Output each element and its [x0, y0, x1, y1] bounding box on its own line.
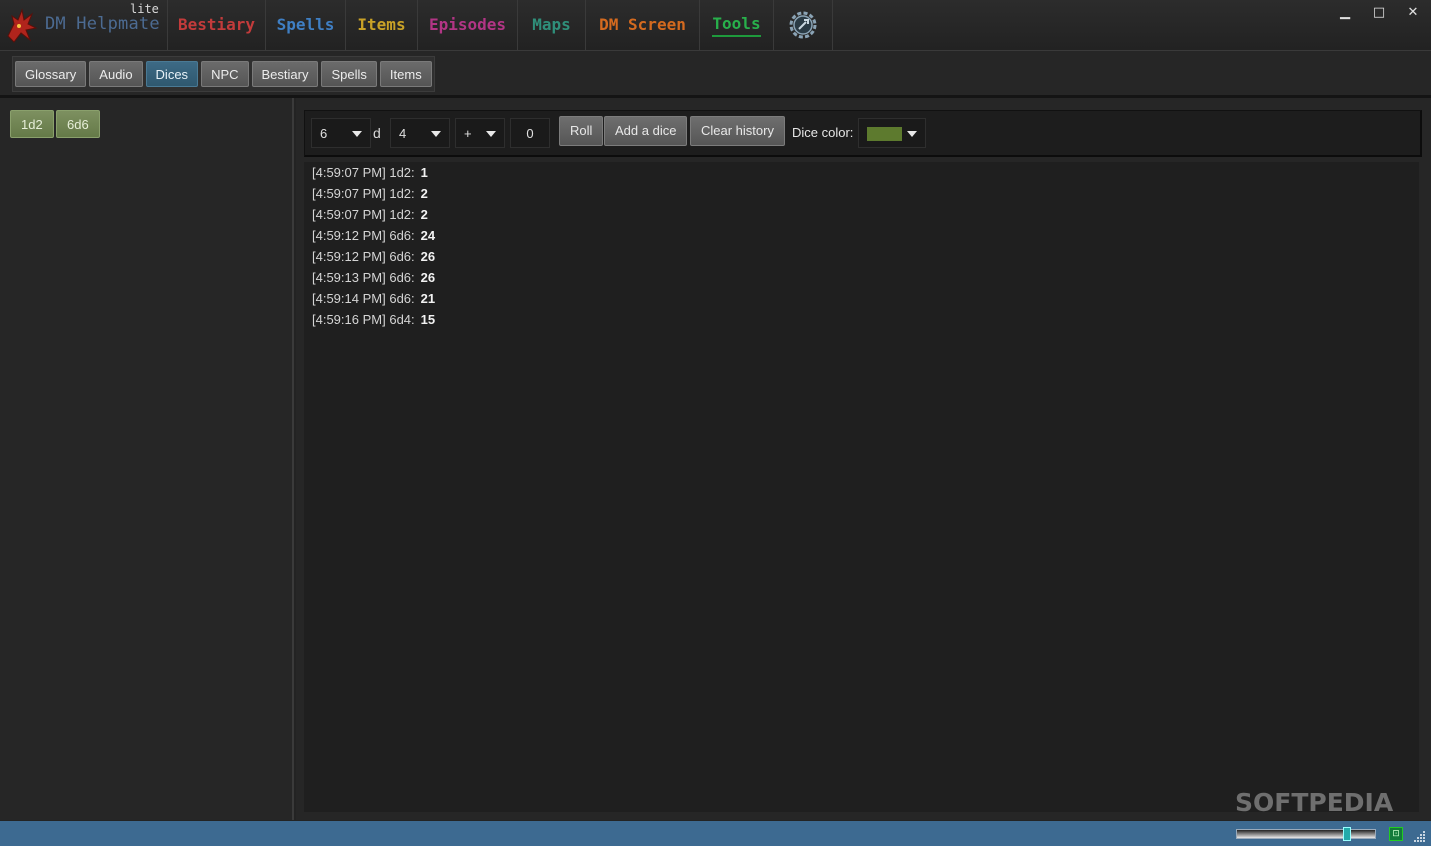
title-bar: lite DM Helpmate Bestiary Spells Items E… [0, 0, 1431, 51]
gear-icon [789, 11, 817, 39]
roller-toolbar: 6 d 4 + 0 Roll Add a dice Clear history … [304, 110, 1422, 157]
history-time: [4:59:13 PM] [312, 270, 386, 285]
history-dice: 1d2: [389, 186, 415, 201]
history-row: [4:59:07 PM] 1d2: 2 [304, 183, 1419, 204]
history-row: [4:59:16 PM] 6d4: 15 [304, 309, 1419, 330]
history-dice: 6d6: [389, 228, 415, 243]
history-dice: 1d2: [389, 165, 415, 180]
history-dice: 6d6: [389, 249, 415, 264]
softpedia-watermark: SOFTPEDIA [1235, 788, 1394, 817]
history-result: 26 [420, 249, 436, 264]
history-time: [4:59:07 PM] [312, 207, 386, 222]
preset-1d2-button[interactable]: 1d2 [10, 110, 54, 138]
subtab-audio[interactable]: Audio [89, 61, 143, 87]
history-dice: 1d2: [389, 207, 415, 222]
add-dice-button[interactable]: Add a dice [604, 116, 688, 146]
history-row: [4:59:14 PM] 6d6: 21 [304, 288, 1419, 309]
main-nav: Bestiary Spells Items Episodes Maps DM S… [167, 0, 833, 50]
history-time: [4:59:12 PM] [312, 249, 386, 264]
dice-color-swatch [867, 127, 902, 141]
clear-history-button[interactable]: Clear history [690, 116, 785, 146]
resize-grip-icon[interactable] [1414, 830, 1426, 842]
history-result: 26 [420, 270, 436, 285]
modifier-input[interactable]: 0 [510, 118, 550, 148]
dice-color-select[interactable] [858, 118, 926, 148]
tab-label: Maps [532, 14, 571, 34]
dice-presets-panel: 1d2 6d6 [0, 98, 294, 820]
dice-roller-panel: 6 d 4 + 0 Roll Add a dice Clear history … [296, 98, 1431, 820]
history-result: 1 [420, 165, 428, 180]
tab-bestiary[interactable]: Bestiary [167, 0, 265, 50]
subtab-bestiary[interactable]: Bestiary [251, 61, 319, 87]
tab-spells[interactable]: Spells [265, 0, 345, 50]
tab-label: Items [357, 14, 406, 34]
zoom-slider-thumb[interactable] [1343, 827, 1351, 841]
roll-button[interactable]: Roll [559, 116, 604, 146]
subtab-group: Glossary Audio Dices NPC Bestiary Spells… [12, 56, 435, 92]
history-result: 2 [420, 207, 428, 222]
history-row: [4:59:12 PM] 6d6: 24 [304, 225, 1419, 246]
subtab-glossary[interactable]: Glossary [15, 61, 87, 87]
tab-items[interactable]: Items [345, 0, 417, 50]
preset-6d6-button[interactable]: 6d6 [56, 110, 100, 138]
subtab-npc[interactable]: NPC [201, 61, 249, 87]
operator-select[interactable]: + [455, 118, 505, 148]
tab-label: DM Screen [599, 14, 686, 34]
chevron-down-icon [486, 131, 496, 137]
settings-button[interactable] [773, 0, 833, 50]
subtab-items[interactable]: Items [379, 61, 432, 87]
dice-sides-select[interactable]: 4 [390, 118, 450, 148]
chevron-down-icon [431, 131, 441, 137]
history-time: [4:59:07 PM] [312, 186, 386, 201]
chevron-down-icon [907, 131, 917, 137]
tab-label: Tools [712, 14, 761, 37]
history-time: [4:59:14 PM] [312, 291, 386, 306]
operator-value: + [464, 126, 472, 141]
subtab-dices[interactable]: Dices [145, 61, 199, 87]
zoom-reset-icon[interactable]: ⊡ [1389, 827, 1403, 841]
tab-label: Episodes [428, 14, 507, 34]
close-button[interactable]: ✕ [1401, 4, 1425, 24]
tab-label: Spells [276, 14, 335, 34]
dragon-logo-icon [7, 8, 38, 43]
tab-dm-screen[interactable]: DM Screen [585, 0, 699, 50]
roll-history: [4:59:07 PM] 1d2: 1 [4:59:07 PM] 1d2: 2 [4:5… [304, 162, 1419, 812]
status-bar: ⊡ [0, 821, 1431, 846]
history-dice: 6d6: [389, 270, 415, 285]
tab-episodes[interactable]: Episodes [417, 0, 517, 50]
tab-label: Bestiary [177, 14, 256, 34]
d-label: d [373, 125, 381, 141]
history-row: [4:59:07 PM] 1d2: 2 [304, 204, 1419, 225]
subtab-spells[interactable]: Spells [321, 61, 377, 87]
history-result: 21 [420, 291, 436, 306]
history-dice: 6d4: [389, 312, 415, 327]
zoom-slider[interactable] [1236, 827, 1376, 841]
history-dice: 6d6: [389, 291, 415, 306]
minimize-button[interactable]: ▁ [1333, 4, 1357, 24]
dice-sides-value: 4 [399, 126, 407, 141]
chevron-down-icon [352, 131, 362, 137]
history-row: [4:59:13 PM] 6d6: 26 [304, 267, 1419, 288]
history-row: [4:59:07 PM] 1d2: 1 [304, 162, 1419, 183]
tab-maps[interactable]: Maps [517, 0, 585, 50]
tools-subnav: Glossary Audio Dices NPC Bestiary Spells… [0, 51, 1431, 98]
history-row: [4:59:12 PM] 6d6: 26 [304, 246, 1419, 267]
history-time: [4:59:16 PM] [312, 312, 386, 327]
tab-tools[interactable]: Tools [699, 0, 773, 50]
history-result: 2 [420, 186, 428, 201]
maximize-button[interactable]: □ [1367, 4, 1391, 24]
app-title: DM Helpmate [45, 14, 160, 34]
dice-count-select[interactable]: 6 [311, 118, 371, 148]
history-time: [4:59:12 PM] [312, 228, 386, 243]
history-result: 24 [420, 228, 436, 243]
dice-count-value: 6 [320, 126, 328, 141]
history-time: [4:59:07 PM] [312, 165, 386, 180]
dice-color-label: Dice color: [792, 125, 854, 140]
history-result: 15 [420, 312, 436, 327]
